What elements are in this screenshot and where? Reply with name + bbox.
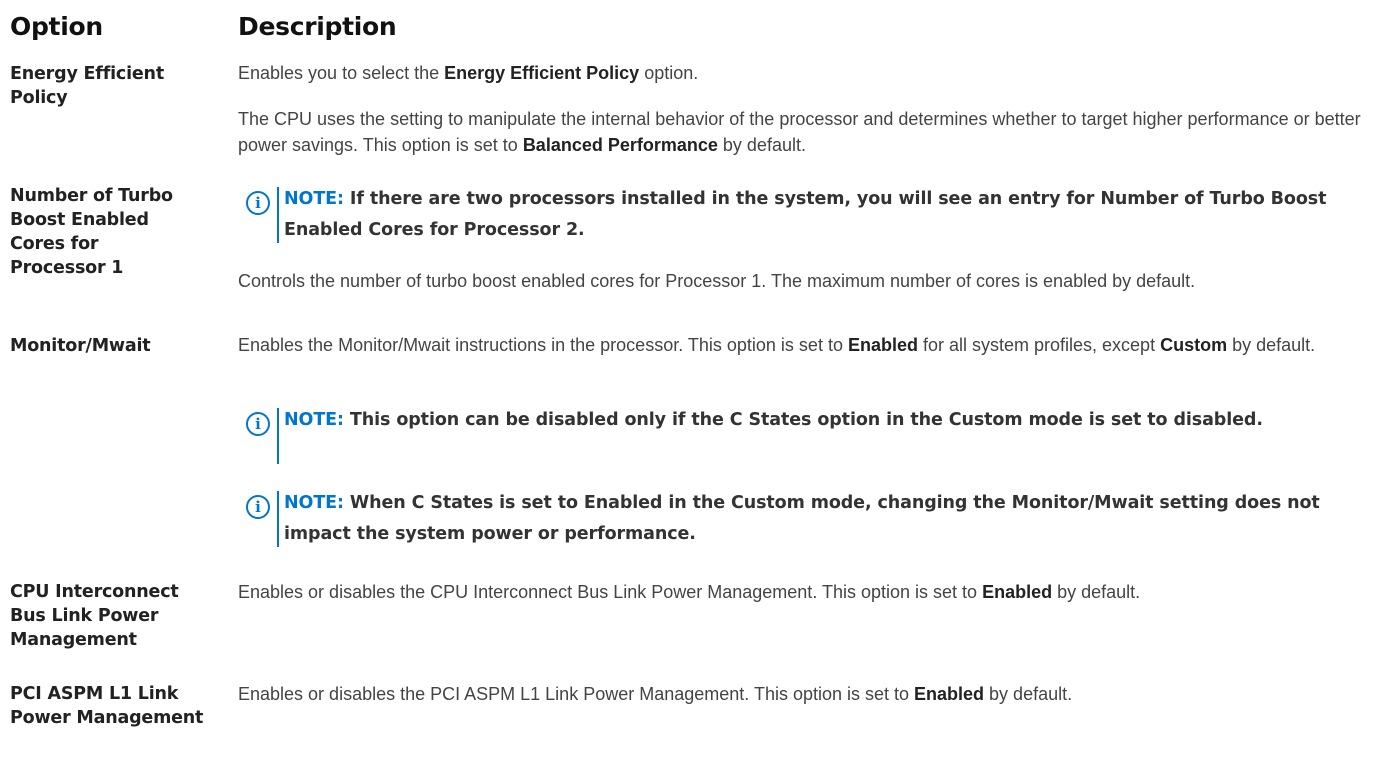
option-energy-efficient-policy: Energy Efficient Policy xyxy=(10,64,164,108)
note-divider xyxy=(277,491,279,547)
note-divider xyxy=(277,187,279,243)
energy-description-detail: The CPU uses the setting to manipulate t… xyxy=(238,109,1361,155)
option-monitor-mwait: Monitor/Mwait xyxy=(10,336,151,356)
info-circle-icon: i xyxy=(246,412,270,436)
option-cpu-interconnect-link-pm: CPU Interconnect Bus Link Power Manageme… xyxy=(10,582,179,650)
info-circle-icon: i xyxy=(246,191,270,215)
cpu-link-description: Enables or disables the CPU Interconnect… xyxy=(238,582,1141,602)
pci-description: Enables or disables the PCI ASPM L1 Link… xyxy=(238,684,1073,704)
option-turbo-boost-cores: Number of Turbo Boost Enabled Cores for … xyxy=(10,186,173,278)
mwait-note-2: i NOTE: When C States is set to Enabled … xyxy=(246,491,1386,551)
mwait-description: Enables the Monitor/Mwait instructions i… xyxy=(238,335,1316,355)
mwait-note-1-text: NOTE: This option can be disabled only i… xyxy=(284,410,1263,430)
option-pci-aspm-l1-link-pm: PCI ASPM L1 Link Power Management xyxy=(10,684,204,728)
column-header-option: Option xyxy=(10,12,103,41)
turbo-note: i NOTE: If there are two processors inst… xyxy=(246,187,1386,247)
mwait-note-1: i NOTE: This option can be disabled only… xyxy=(246,408,1386,468)
column-header-description: Description xyxy=(238,12,397,41)
mwait-note-2-text: NOTE: When C States is set to Enabled in… xyxy=(284,493,1320,544)
turbo-description: Controls the number of turbo boost enabl… xyxy=(238,271,1196,291)
turbo-note-text: NOTE: If there are two processors instal… xyxy=(284,189,1327,240)
info-circle-icon: i xyxy=(246,495,270,519)
energy-description-intro: Enables you to select the Energy Efficie… xyxy=(238,63,699,83)
note-divider xyxy=(277,408,279,464)
